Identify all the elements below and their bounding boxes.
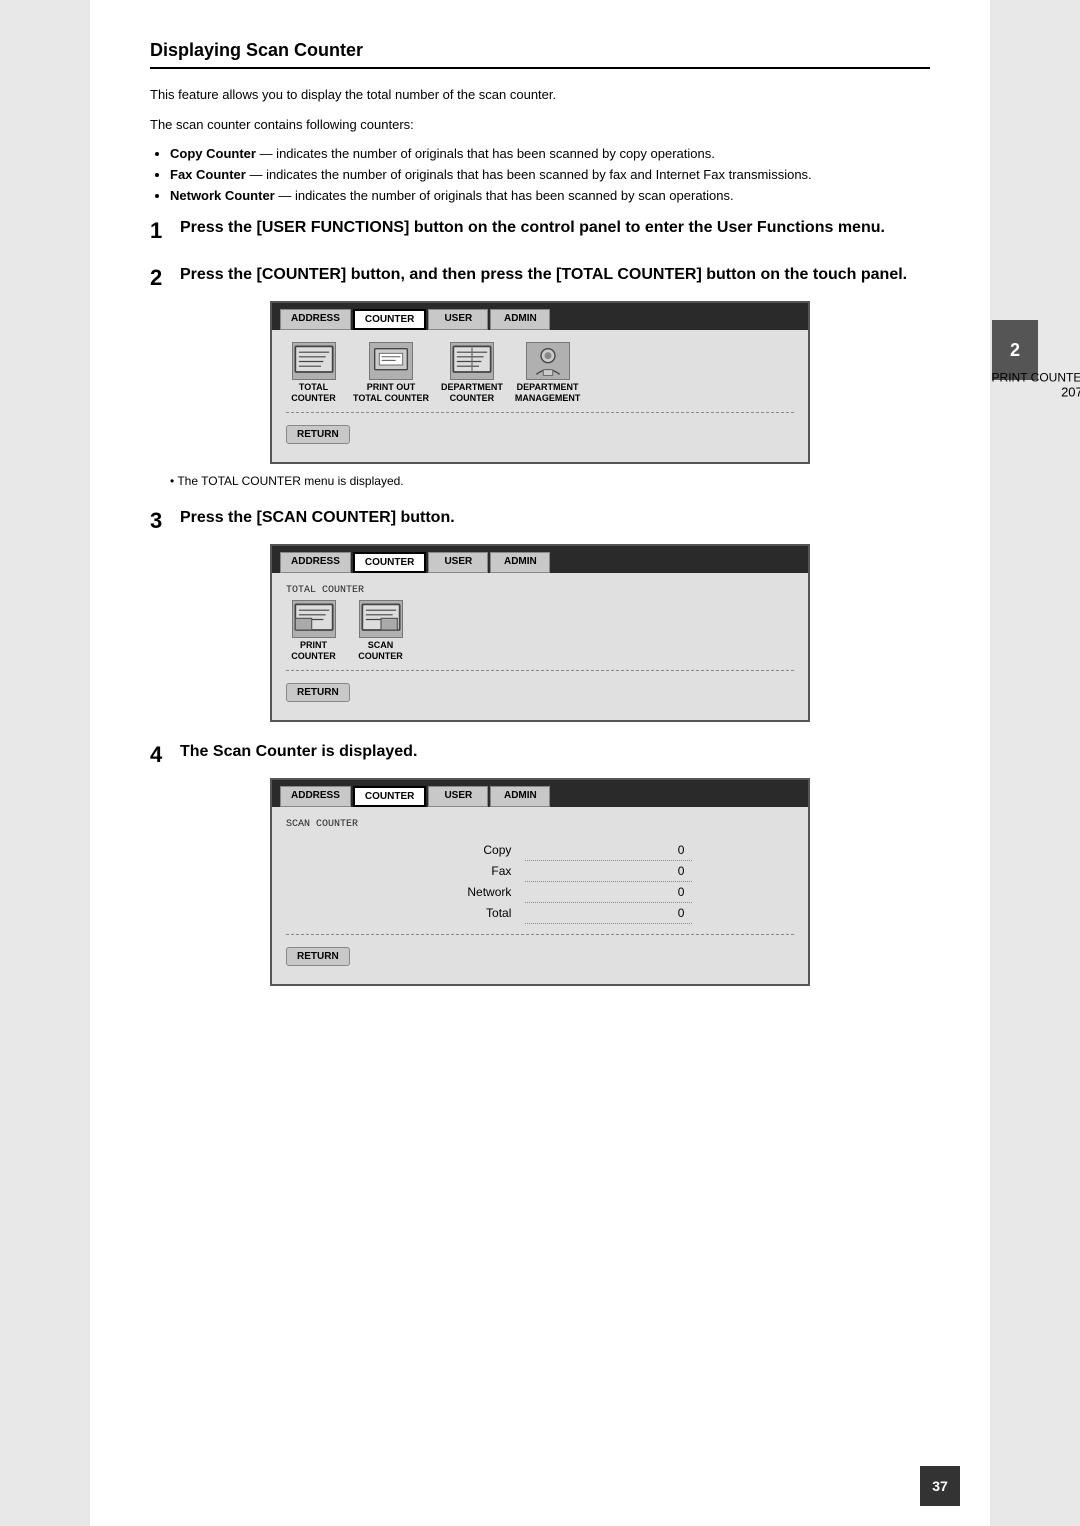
step4-nav-admin[interactable]: ADMIN <box>490 786 550 807</box>
bullet-list: Copy Counter — indicates the number of o… <box>170 144 930 206</box>
copy-value: 0 <box>525 840 692 861</box>
nav-user-btn[interactable]: USER <box>428 309 488 330</box>
print-out-label: PRINT OUTTOTAL COUNTER <box>353 382 429 404</box>
table-row-total: Total 0 <box>388 903 693 924</box>
print-counter-btn-label: PRINTCOUNTER <box>291 640 336 662</box>
step2-divider <box>286 412 794 413</box>
table-row-copy: Copy 0 <box>388 840 693 861</box>
scan-counter-btn-label: SCANCOUNTER <box>358 640 403 662</box>
scan-counter-icon-btn[interactable]: SCANCOUNTER <box>353 600 408 662</box>
scan-counter-icon <box>359 600 403 638</box>
step-2-text: Press the [COUNTER] button, and then pre… <box>180 265 907 286</box>
step2-panel: ADDRESS COUNTER USER ADMIN <box>270 301 810 464</box>
step-3-number: 3 <box>150 508 172 534</box>
table-row-fax: Fax 0 <box>388 861 693 882</box>
step3-return-btn[interactable]: RETURN <box>286 683 350 702</box>
step-1-text: Press the [USER FUNCTIONS] button on the… <box>180 218 885 239</box>
scan-counter-table: Copy 0 Fax 0 Network 0 <box>388 840 693 924</box>
dept-mgmt-label: DEPARTMENTMANAGEMENT <box>515 382 581 404</box>
step4-panel: ADDRESS COUNTER USER ADMIN SCAN COUNTER … <box>270 778 810 986</box>
fax-value: 0 <box>525 861 692 882</box>
step-3: 3 Press the [SCAN COUNTER] button. ADDRE… <box>150 508 930 722</box>
step2-nav: ADDRESS COUNTER USER ADMIN <box>272 303 808 330</box>
bullet-item-network: Network Counter — indicates the number o… <box>170 186 930 207</box>
dept-counter-icon-btn[interactable]: DEPARTMENTCOUNTER <box>441 342 503 404</box>
print-out-icon <box>369 342 413 380</box>
total-counter-icon <box>292 342 336 380</box>
print-counter-icon-btn[interactable]: PRINTCOUNTER <box>286 600 341 662</box>
section-heading: Displaying Scan Counter <box>150 40 930 69</box>
page-number: 37 <box>920 1466 960 1506</box>
step4-return-btn[interactable]: RETURN <box>286 947 350 966</box>
table-row-network: Network 0 <box>388 882 693 903</box>
step-1-number: 1 <box>150 218 172 244</box>
step-3-text: Press the [SCAN COUNTER] button. <box>180 508 455 529</box>
print-counter-label: PRINT COUNTER <box>992 371 1080 385</box>
bullet-item-copy: Copy Counter — indicates the number of o… <box>170 144 930 165</box>
print-counter-icon <box>292 600 336 638</box>
step2-icons-row: TOTALCOUNTER <box>286 342 794 404</box>
print-counter-side: PRINT COUNTER 2072 <box>992 371 1080 400</box>
step-1: 1 Press the [USER FUNCTIONS] button on t… <box>150 218 930 244</box>
step4-top-label: SCAN COUNTER <box>286 819 794 830</box>
step4-body: SCAN COUNTER Copy 0 Fax 0 <box>272 807 808 984</box>
step3-body: TOTAL COUNTER <box>272 573 808 720</box>
step4-nav: ADDRESS COUNTER USER ADMIN <box>272 780 808 807</box>
step4-divider <box>286 934 794 935</box>
page-title: Displaying Scan Counter <box>150 40 930 61</box>
nav-address-btn[interactable]: ADDRESS <box>280 309 351 330</box>
total-label: Total <box>388 903 526 924</box>
step3-nav-user[interactable]: USER <box>428 552 488 573</box>
step3-icons-row: PRINTCOUNTER <box>286 600 794 662</box>
dept-counter-label: DEPARTMENTCOUNTER <box>441 382 503 404</box>
page: 2 Displaying Scan Counter This feature a… <box>90 0 990 1526</box>
dept-counter-icon <box>450 342 494 380</box>
step4-nav-user[interactable]: USER <box>428 786 488 807</box>
intro-paragraph1: This feature allows you to display the t… <box>150 85 930 105</box>
total-value: 0 <box>525 903 692 924</box>
step2-note: • The TOTAL COUNTER menu is displayed. <box>170 474 930 488</box>
step3-nav-admin[interactable]: ADMIN <box>490 552 550 573</box>
print-counter-value: 2072 <box>992 385 1080 400</box>
step3-top-label: TOTAL COUNTER <box>286 585 794 596</box>
copy-label: Copy <box>388 840 526 861</box>
dept-mgmt-icon <box>526 342 570 380</box>
step3-nav: ADDRESS COUNTER USER ADMIN <box>272 546 808 573</box>
step4-nav-counter[interactable]: COUNTER <box>353 786 426 807</box>
step3-panel: ADDRESS COUNTER USER ADMIN TOTAL COUNTER <box>270 544 810 722</box>
step2-body: TOTALCOUNTER <box>272 330 808 462</box>
bullet-item-fax: Fax Counter — indicates the number of or… <box>170 165 930 186</box>
step-2: 2 Press the [COUNTER] button, and then p… <box>150 265 930 488</box>
step3-nav-address[interactable]: ADDRESS <box>280 552 351 573</box>
dept-mgmt-icon-btn[interactable]: DEPARTMENTMANAGEMENT <box>515 342 581 404</box>
intro-paragraph2: The scan counter contains following coun… <box>150 115 930 135</box>
fax-label: Fax <box>388 861 526 882</box>
step2-return-btn[interactable]: RETURN <box>286 425 350 444</box>
network-value: 0 <box>525 882 692 903</box>
total-counter-label: TOTALCOUNTER <box>291 382 336 404</box>
step-2-number: 2 <box>150 265 172 291</box>
network-label: Network <box>388 882 526 903</box>
step3-divider <box>286 670 794 671</box>
print-out-icon-btn[interactable]: PRINT OUTTOTAL COUNTER <box>353 342 429 404</box>
step-4: 4 The Scan Counter is displayed. ADDRESS… <box>150 742 930 986</box>
step-4-number: 4 <box>150 742 172 768</box>
total-counter-icon-btn[interactable]: TOTALCOUNTER <box>286 342 341 404</box>
nav-admin-btn[interactable]: ADMIN <box>490 309 550 330</box>
step-4-text: The Scan Counter is displayed. <box>180 742 417 763</box>
step4-nav-address[interactable]: ADDRESS <box>280 786 351 807</box>
nav-counter-btn[interactable]: COUNTER <box>353 309 426 330</box>
step3-nav-counter[interactable]: COUNTER <box>353 552 426 573</box>
